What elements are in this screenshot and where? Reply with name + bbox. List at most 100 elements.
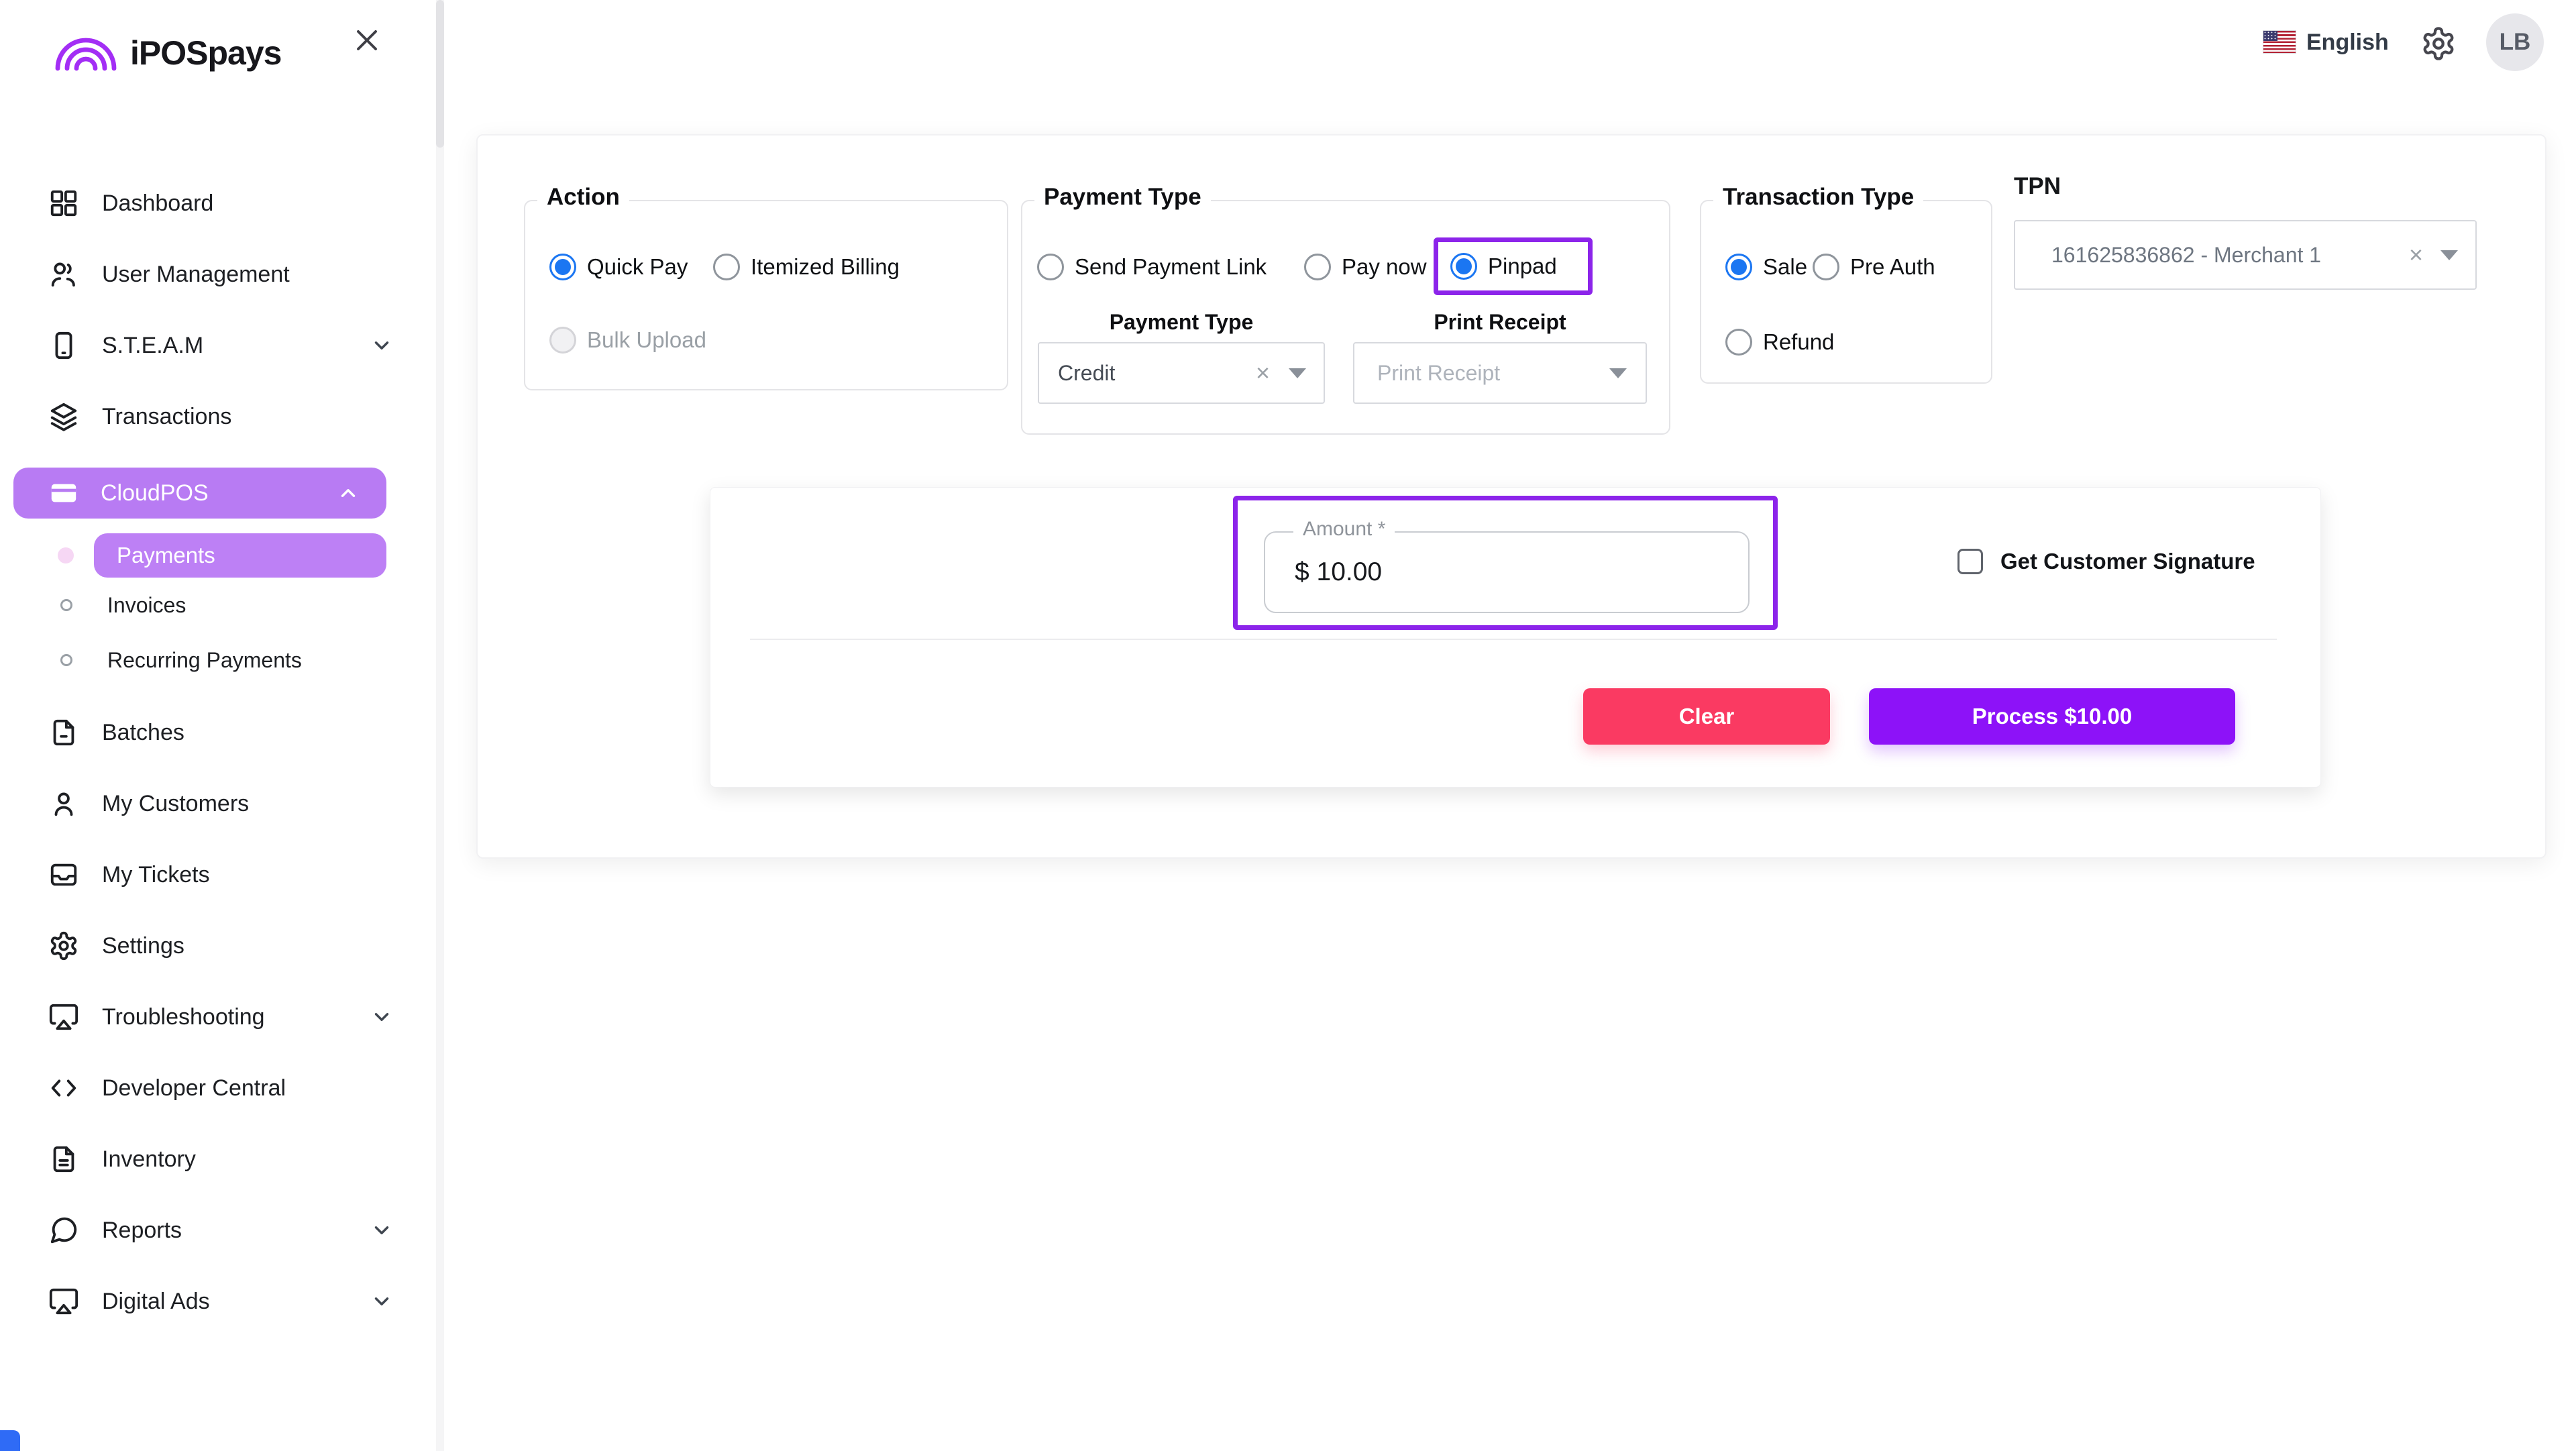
sidebar-item-settings[interactable]: Settings	[0, 910, 436, 981]
radio-send-payment-link[interactable]: Send Payment Link	[1037, 254, 1267, 280]
gear-icon	[2420, 25, 2457, 62]
grid-icon	[48, 188, 79, 219]
radio-pinpad[interactable]: Pinpad	[1450, 253, 1557, 280]
radio-circle-icon[interactable]	[1725, 329, 1752, 356]
radio-circle-icon	[549, 327, 576, 354]
sidebar-item-label: Settings	[102, 933, 184, 959]
transaction-type-fieldset: Transaction Type Sale Pre Auth Refund	[1700, 200, 1992, 384]
sidebar-nav: Dashboard User Management S.T.E.A.M Tran…	[0, 168, 436, 1337]
sidebar-item-batches[interactable]: Batches	[0, 697, 436, 768]
sidebar-subitem-payments[interactable]: Payments	[0, 533, 436, 578]
sidebar-item-dashboard[interactable]: Dashboard	[0, 168, 436, 239]
layers-icon	[48, 401, 79, 432]
sidebar-scrollbar-track	[436, 0, 444, 1451]
gear-icon	[48, 930, 79, 961]
get-customer-signature-checkbox-row[interactable]: Get Customer Signature	[1957, 549, 2255, 574]
payment-type-sub-label: Payment Type	[1038, 310, 1325, 335]
airplay-icon	[48, 1002, 79, 1032]
sidebar-subitem-invoices[interactable]: Invoices	[0, 578, 436, 633]
bullet-icon	[60, 654, 72, 666]
sidebar-item-user-management[interactable]: User Management	[0, 239, 436, 310]
signature-checkbox-label: Get Customer Signature	[2000, 549, 2255, 574]
clear-button[interactable]: Clear	[1583, 688, 1830, 745]
sidebar-close-button[interactable]	[346, 20, 388, 62]
process-button[interactable]: Process $10.00	[1869, 688, 2235, 745]
inbox-icon	[48, 859, 79, 890]
sidebar-item-label: Troubleshooting	[102, 1004, 265, 1030]
print-receipt-placeholder: Print Receipt	[1377, 361, 1500, 386]
sidebar-item-developer-central[interactable]: Developer Central	[0, 1053, 436, 1124]
radio-pay-now[interactable]: Pay now	[1304, 254, 1427, 280]
sidebar-item-steam[interactable]: S.T.E.A.M	[0, 310, 436, 381]
app-screen: iPOSpays Dashboard User Management S.T.E…	[0, 0, 2576, 1451]
payment-type-legend: Payment Type	[1034, 184, 1211, 211]
sidebar-item-my-tickets[interactable]: My Tickets	[0, 839, 436, 910]
action-legend: Action	[537, 184, 629, 211]
clear-selection-icon[interactable]: ×	[1256, 361, 1270, 385]
radio-circle-icon[interactable]	[713, 254, 740, 280]
credit-card-icon	[48, 478, 79, 508]
user-icon	[48, 788, 79, 819]
payment-type-select-value: Credit	[1058, 361, 1115, 386]
dropdown-caret-icon	[1289, 368, 1306, 378]
sidebar-item-label: Reports	[102, 1218, 182, 1244]
bullet-icon	[60, 599, 72, 611]
radio-pre-auth[interactable]: Pre Auth	[1813, 254, 1935, 280]
sidebar-item-troubleshooting[interactable]: Troubleshooting	[0, 981, 436, 1053]
sidebar-item-my-customers[interactable]: My Customers	[0, 768, 436, 839]
settings-gear-button[interactable]	[2420, 25, 2457, 62]
sidebar-item-inventory[interactable]: Inventory	[0, 1124, 436, 1195]
language-selector[interactable]: English	[2306, 30, 2389, 55]
avatar-initials: LB	[2500, 29, 2531, 56]
print-receipt-select[interactable]: Print Receipt	[1353, 342, 1647, 404]
sidebar-item-transactions[interactable]: Transactions	[0, 381, 436, 452]
sidebar-item-label: CloudPOS	[101, 480, 209, 506]
dropdown-caret-icon	[1609, 368, 1627, 378]
radio-itemized-billing[interactable]: Itemized Billing	[713, 254, 900, 280]
dropdown-caret-icon	[2440, 250, 2458, 260]
amount-field-value: $ 10.00	[1265, 557, 1382, 587]
radio-circle-icon[interactable]	[1813, 254, 1839, 280]
radio-bulk-upload[interactable]: Bulk Upload	[549, 327, 706, 354]
amount-input[interactable]: Amount * $ 10.00	[1264, 531, 1750, 613]
radio-circle-icon[interactable]	[1450, 253, 1477, 280]
chevron-down-icon	[370, 1006, 393, 1028]
radio-refund[interactable]: Refund	[1725, 329, 1834, 356]
clear-selection-icon[interactable]: ×	[2409, 243, 2423, 267]
chat-bubble-icon	[48, 1215, 79, 1246]
chevron-down-icon	[370, 1219, 393, 1242]
sidebar-scrollbar-thumb[interactable]	[436, 0, 444, 148]
brand-name: iPOSpays	[130, 35, 281, 71]
radio-circle-icon[interactable]	[1304, 254, 1331, 280]
chevron-down-icon	[370, 334, 393, 357]
print-receipt-sub-label: Print Receipt	[1353, 310, 1647, 335]
radio-quick-pay[interactable]: Quick Pay	[549, 254, 688, 280]
user-avatar[interactable]: LB	[2486, 13, 2544, 71]
checkbox-icon[interactable]	[1957, 549, 1983, 574]
payment-type-fieldset: Payment Type Send Payment Link Pay now P…	[1021, 200, 1670, 435]
sidebar-item-label: My Customers	[102, 791, 249, 817]
sidebar-subitem-recurring-payments[interactable]: Recurring Payments	[0, 633, 436, 688]
brand-logo[interactable]: iPOSpays	[54, 35, 281, 71]
sidebar-item-label: S.T.E.A.M	[102, 333, 203, 359]
smartphone-icon	[48, 330, 79, 361]
tpn-select[interactable]: 161625836862 - Merchant 1 ×	[2014, 220, 2477, 290]
radio-circle-icon[interactable]	[1037, 254, 1064, 280]
us-flag-icon[interactable]	[2263, 31, 2296, 53]
radio-circle-icon[interactable]	[1725, 254, 1752, 280]
sidebar-item-digital-ads[interactable]: Digital Ads	[0, 1266, 436, 1337]
chat-widget-sliver[interactable]	[0, 1430, 20, 1451]
sidebar-item-reports[interactable]: Reports	[0, 1195, 436, 1266]
rainbow-logo-icon	[54, 35, 118, 71]
flag-canton	[2263, 31, 2277, 41]
radio-sale[interactable]: Sale	[1725, 254, 1807, 280]
sidebar-item-label: Dashboard	[102, 191, 213, 217]
sidebar-item-cloudpos[interactable]: CloudPOS	[13, 468, 386, 519]
payment-type-select[interactable]: Credit ×	[1038, 342, 1325, 404]
sidebar-subitem-label: Payments	[117, 543, 215, 568]
file-minus-icon	[48, 717, 79, 748]
radio-circle-icon[interactable]	[549, 254, 576, 280]
sidebar-item-label: Transactions	[102, 404, 231, 430]
amount-field-label: Amount *	[1293, 518, 1395, 541]
sidebar-subitem-label: Invoices	[107, 593, 186, 618]
